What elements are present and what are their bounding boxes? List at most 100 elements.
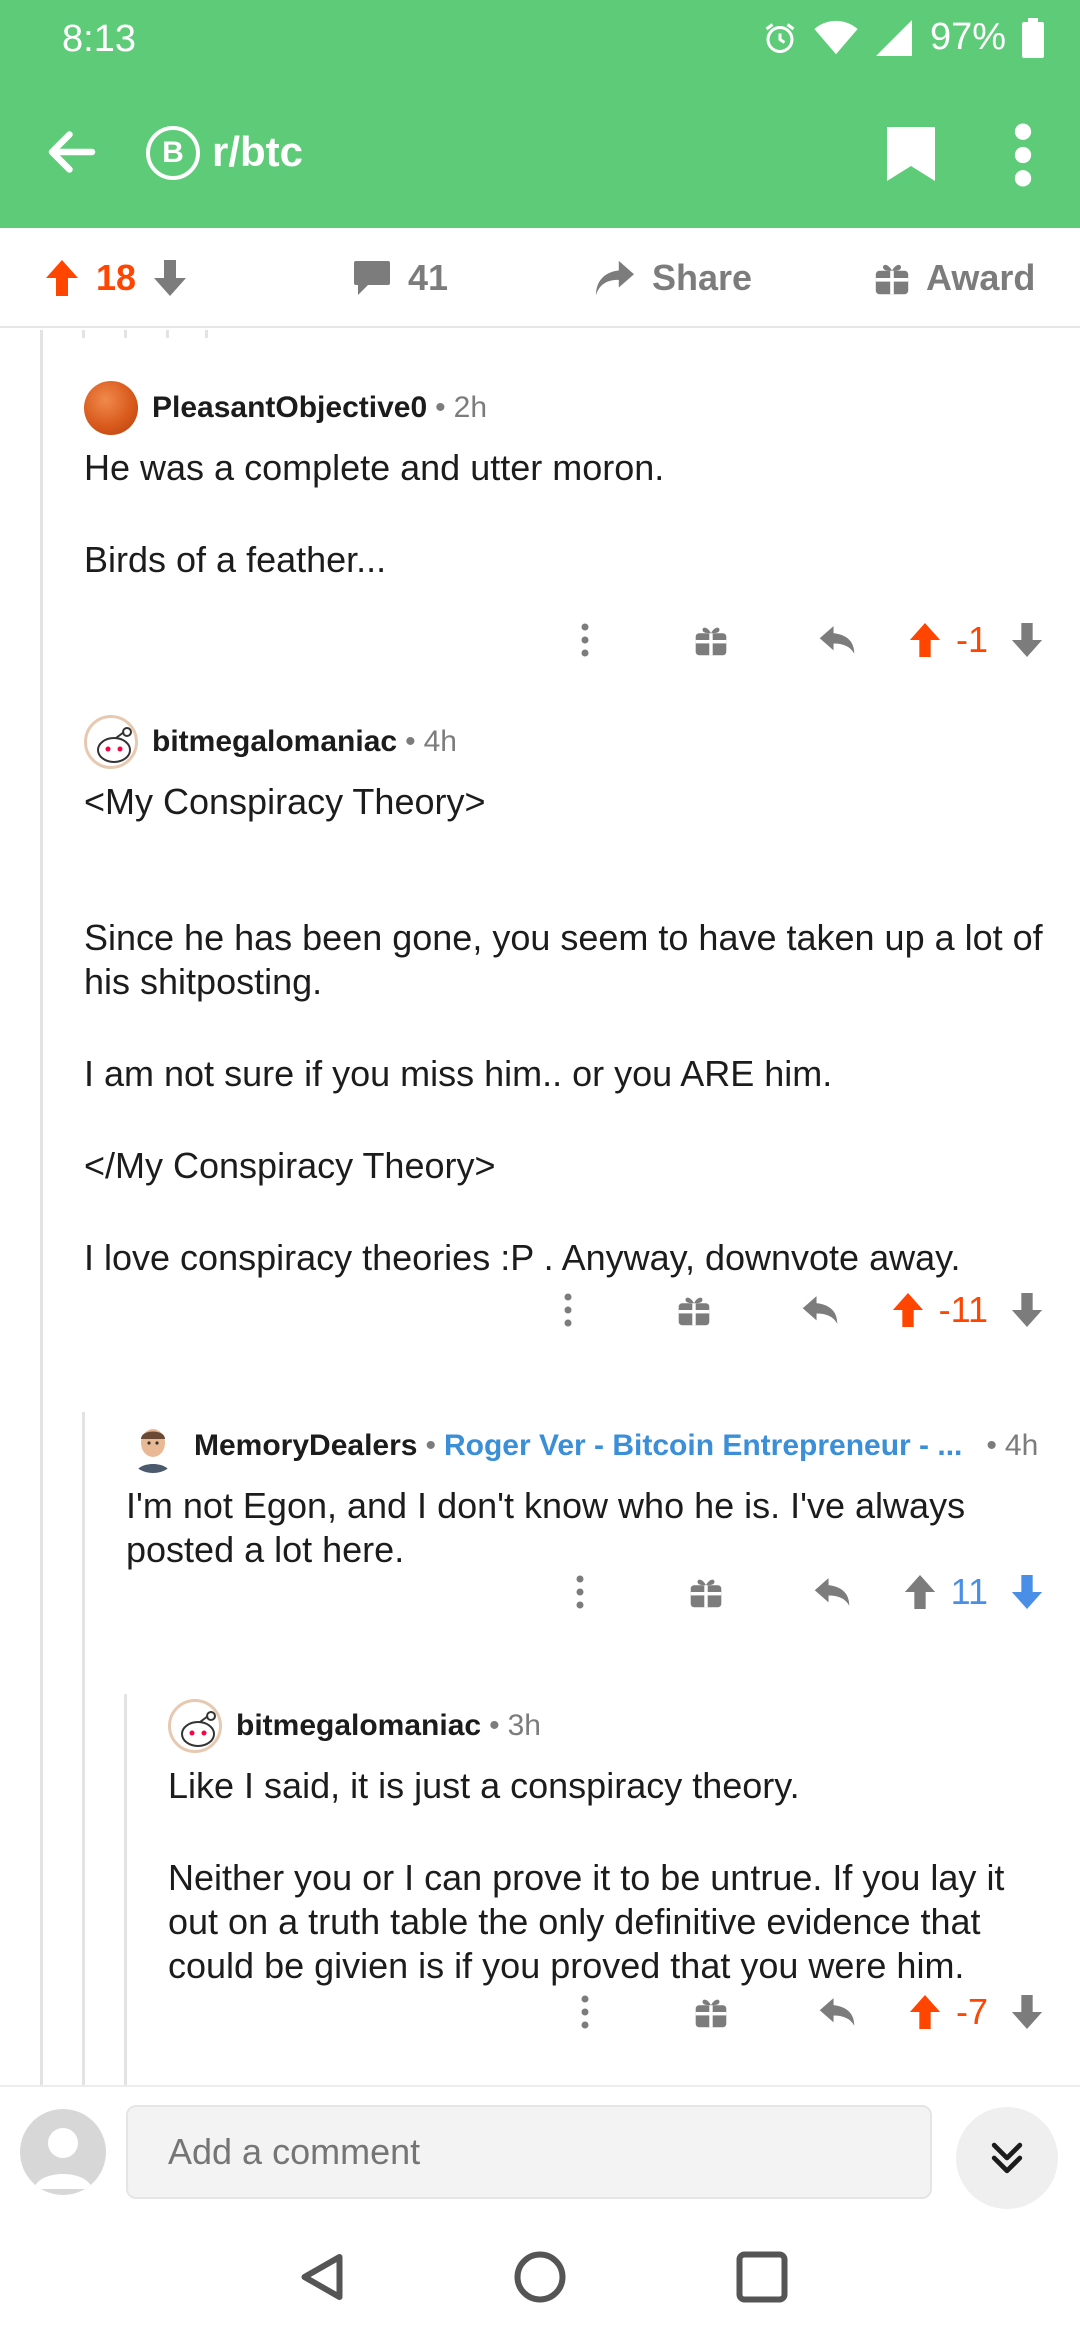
- thread-line: [205, 330, 208, 338]
- subreddit-name[interactable]: r/btc: [212, 128, 303, 176]
- avatar[interactable]: [84, 381, 138, 435]
- comment-vote: -1: [908, 619, 1044, 661]
- chevron-double-down-icon: [991, 2142, 1023, 2174]
- comments-button[interactable]: 41: [352, 252, 448, 304]
- comment-score: -11: [938, 1289, 988, 1330]
- comment-actions: -11: [505, 1280, 1044, 1340]
- downvote-icon[interactable]: [152, 258, 188, 298]
- back-arrow-icon[interactable]: [42, 122, 102, 182]
- thread-line: [124, 330, 127, 338]
- comment-actions: 11: [517, 1562, 1044, 1622]
- gift-icon[interactable]: [648, 610, 774, 670]
- comment-age: 4h: [423, 725, 457, 758]
- comment: bitmegalomaniac • 3h Like I said, it is …: [168, 1698, 1060, 1988]
- comment-header: PleasantObjective0 • 2h: [84, 380, 1044, 436]
- upvote-icon[interactable]: [903, 1573, 937, 1611]
- comment-age: 4h: [1004, 1429, 1039, 1462]
- comment-age: 2h: [453, 391, 488, 424]
- thread-line: [82, 330, 85, 338]
- comment-body: He was a complete and utter moron. Birds…: [84, 447, 665, 580]
- comment-input[interactable]: [126, 2105, 932, 2199]
- comment-count: 41: [408, 257, 449, 298]
- status-icons: 97%: [762, 16, 1044, 59]
- thread-line: [124, 1694, 127, 2085]
- comment-author[interactable]: bitmegalomaniac: [152, 725, 397, 759]
- comment-body: I'm not Egon, and I don't know who he is…: [126, 1485, 966, 1570]
- subreddit-icon[interactable]: B: [146, 126, 200, 180]
- downvote-icon[interactable]: [1010, 621, 1044, 659]
- comment: bitmegalomaniac • 4h <My Conspiracy Theo…: [84, 714, 1060, 1280]
- signal-icon: [875, 19, 912, 56]
- jump-next-button[interactable]: [956, 2107, 1058, 2209]
- battery-icon: [1022, 17, 1044, 58]
- app-bar: B r/btc: [0, 90, 1080, 210]
- downvote-icon[interactable]: [1010, 1573, 1044, 1611]
- comment: PleasantObjective0 • 2h He was a complet…: [84, 380, 1044, 582]
- share-label: Share: [652, 257, 753, 298]
- comment-body: Like I said, it is just a conspiracy the…: [168, 1765, 1005, 1986]
- top-bar: 8:13 97% B r/btc: [0, 0, 1080, 228]
- comment-score: -7: [955, 1991, 988, 2032]
- comment-author[interactable]: MemoryDealers: [194, 1429, 417, 1463]
- comment-score: -1: [955, 619, 988, 660]
- status-time: 8:13: [62, 18, 136, 60]
- award-button[interactable]: Award: [874, 252, 1035, 304]
- reply-icon[interactable]: [774, 610, 900, 670]
- comment-actions: -7: [522, 1982, 1044, 2042]
- comment-age: 3h: [507, 1709, 541, 1742]
- post-score: 18: [96, 257, 137, 298]
- more-options-icon[interactable]: [517, 1562, 643, 1622]
- share-icon: [596, 260, 634, 296]
- upvote-icon[interactable]: [891, 1291, 925, 1329]
- system-nav-bar: [0, 2215, 1080, 2340]
- comment-body: <My Conspiracy Theory> Since he has been…: [84, 781, 1043, 1278]
- comment-author[interactable]: bitmegalomaniac: [236, 1709, 481, 1743]
- avatar[interactable]: [84, 715, 138, 769]
- comment-header: MemoryDealers • Roger Ver - Bitcoin Entr…: [126, 1418, 1060, 1474]
- downvote-icon[interactable]: [1010, 1291, 1044, 1329]
- downvote-icon[interactable]: [1010, 1993, 1044, 2031]
- comment-score: 11: [950, 1571, 988, 1612]
- reply-icon[interactable]: [774, 1982, 900, 2042]
- wifi-icon: [814, 20, 858, 54]
- comment-header: bitmegalomaniac • 3h: [168, 1698, 1060, 1754]
- more-options-icon[interactable]: [522, 1982, 648, 2042]
- comment-author[interactable]: PleasantObjective0: [152, 391, 427, 425]
- comment-vote: -7: [908, 1991, 1044, 2033]
- award-label: Award: [926, 257, 1036, 298]
- comment-composer: [0, 2085, 1080, 2215]
- reply-icon[interactable]: [769, 1562, 895, 1622]
- avatar[interactable]: [20, 2109, 106, 2195]
- nav-back-icon[interactable]: [292, 2247, 352, 2307]
- comment-thread: PleasantObjective0 • 2h He was a complet…: [0, 330, 1080, 2085]
- comment-header: bitmegalomaniac • 4h: [84, 714, 1060, 770]
- comment: MemoryDealers • Roger Ver - Bitcoin Entr…: [126, 1418, 1060, 1572]
- nav-home-icon[interactable]: [510, 2247, 570, 2307]
- upvote-icon[interactable]: [908, 621, 942, 659]
- nav-recents-icon[interactable]: [732, 2247, 792, 2307]
- comment-vote: -11: [891, 1289, 1044, 1331]
- comment-actions: -1: [522, 610, 1044, 670]
- bookmark-icon[interactable]: [884, 124, 938, 184]
- gift-icon: [875, 264, 909, 295]
- thread-line: [82, 1412, 85, 2085]
- alarm-icon: [765, 22, 795, 53]
- comment-vote: 11: [903, 1571, 1044, 1613]
- post-action-bar: 18 41 Share Award: [0, 228, 1080, 328]
- avatar[interactable]: [168, 1699, 222, 1753]
- more-options-icon[interactable]: [522, 610, 648, 670]
- gift-icon[interactable]: [643, 1562, 769, 1622]
- avatar[interactable]: [126, 1419, 180, 1473]
- share-button[interactable]: Share: [594, 252, 752, 304]
- post-vote-group: 18: [44, 252, 188, 304]
- reply-icon[interactable]: [757, 1280, 883, 1340]
- gift-icon[interactable]: [631, 1280, 757, 1340]
- more-options-icon[interactable]: [505, 1280, 631, 1340]
- overflow-menu-icon[interactable]: [1008, 120, 1038, 190]
- user-flair: Roger Ver - Bitcoin Entrepreneur - ...: [443, 1429, 963, 1462]
- gift-icon[interactable]: [648, 1982, 774, 2042]
- thread-line: [166, 330, 169, 338]
- upvote-icon[interactable]: [44, 258, 80, 298]
- battery-percent: 97%: [929, 16, 1006, 58]
- upvote-icon[interactable]: [908, 1993, 942, 2031]
